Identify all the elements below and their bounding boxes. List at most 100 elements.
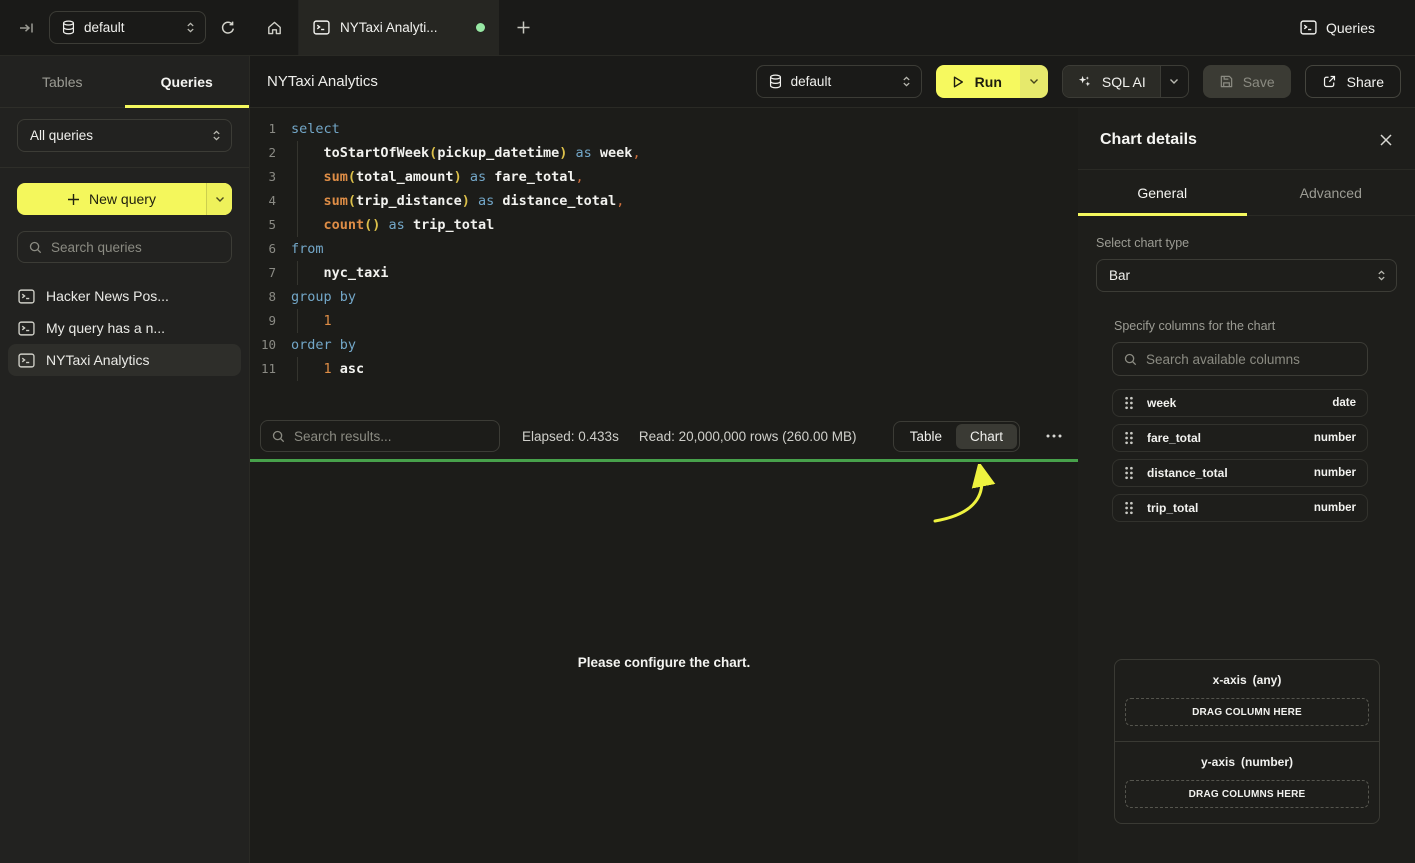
column-chip-fare_total[interactable]: fare_totalnumber (1112, 424, 1368, 452)
code-line[interactable]: 7nyc_taxi (250, 261, 1078, 285)
view-table-button[interactable]: Table (896, 424, 956, 449)
code-line[interactable]: 6 from (250, 237, 1078, 261)
tab-tables[interactable]: Tables (0, 56, 125, 107)
columns-search-box[interactable] (1112, 342, 1368, 376)
save-button[interactable]: Save (1203, 65, 1291, 98)
query-search-section (0, 222, 249, 271)
tab-queries[interactable]: Queries (125, 56, 250, 107)
code-line[interactable]: 4sum(trip_distance) as distance_total, (250, 189, 1078, 213)
refresh-icon[interactable] (220, 20, 236, 36)
columns-search-input[interactable] (1146, 352, 1356, 367)
line-number: 6 (250, 237, 276, 261)
main-area: NYTaxi Analytics default Run (250, 56, 1415, 863)
results-search-box[interactable] (260, 420, 500, 452)
query-search-box[interactable] (17, 231, 232, 263)
new-query-label: New query (89, 191, 156, 207)
column-type: number (1314, 432, 1356, 444)
code-line[interactable]: 91 (250, 309, 1078, 333)
topbar: default NYTaxi Analyti... (0, 0, 1415, 56)
read-stat: Read: 20,000,000 rows (260.00 MB) (639, 429, 857, 444)
workspace: 1select2toStartOfWeek(pickup_datetime) a… (250, 108, 1078, 863)
axis-config-box: x-axis(any) DRAG COLUMN HERE y-axis(numb… (1114, 659, 1380, 824)
code-line[interactable]: 111 asc (250, 357, 1078, 381)
query-list-item[interactable]: Hacker News Pos... (8, 280, 241, 312)
run-database-selector[interactable]: default (756, 65, 922, 98)
column-chip-week[interactable]: weekdate (1112, 389, 1368, 417)
column-chip-trip_total[interactable]: trip_totalnumber (1112, 494, 1368, 522)
topbar-database-selector[interactable]: default (49, 11, 206, 44)
active-tab-underline (125, 105, 250, 108)
new-tab-button[interactable] (499, 0, 547, 55)
drag-handle-icon[interactable] (1124, 501, 1134, 515)
close-icon[interactable] (1379, 133, 1393, 147)
x-axis-drop-zone[interactable]: DRAG COLUMN HERE (1125, 698, 1369, 726)
chart-type-value: Bar (1109, 268, 1368, 283)
sql-ai-dropdown[interactable] (1160, 66, 1188, 97)
home-tab[interactable] (250, 0, 299, 55)
chevron-updown-icon (902, 75, 911, 88)
query-filter-value: All queries (30, 128, 203, 143)
code-line[interactable]: 8group by (250, 285, 1078, 309)
drag-handle-icon[interactable] (1124, 466, 1134, 480)
new-query-button[interactable]: New query (17, 183, 232, 215)
new-query-main[interactable]: New query (17, 183, 206, 215)
line-number: 11 (250, 357, 276, 381)
y-axis-drop-zone[interactable]: DRAG COLUMNS HERE (1125, 780, 1369, 808)
topbar-spacer (547, 0, 1300, 55)
terminal-icon (1300, 20, 1317, 35)
page-title: NYTaxi Analytics (267, 73, 378, 90)
query-tab-label: NYTaxi Analyti... (340, 20, 466, 35)
sql-ai-button[interactable]: SQL AI (1062, 65, 1189, 98)
chart-placeholder-text: Please configure the chart. (578, 655, 751, 670)
code-line[interactable]: 2toStartOfWeek(pickup_datetime) as week, (250, 141, 1078, 165)
y-axis-section: y-axis(number) DRAG COLUMNS HERE (1115, 741, 1379, 823)
view-chart-button[interactable]: Chart (956, 424, 1017, 449)
column-chip-distance_total[interactable]: distance_totalnumber (1112, 459, 1368, 487)
code-line[interactable]: 1select (250, 117, 1078, 141)
code-line[interactable]: 3sum(total_amount) as fare_total, (250, 165, 1078, 189)
columns-list: weekdate fare_totalnumber distance_totalnu… (1112, 389, 1368, 522)
results-toolbar: Elapsed: 0.433s Read: 20,000,000 rows (2… (250, 413, 1078, 459)
chart-type-select[interactable]: Bar (1096, 259, 1397, 292)
x-axis-label: x-axis(any) (1125, 673, 1369, 687)
sql-editor[interactable]: 1select2toStartOfWeek(pickup_datetime) a… (250, 108, 1078, 413)
queries-link[interactable]: Queries (1300, 0, 1415, 55)
terminal-icon (18, 289, 35, 304)
line-number: 7 (250, 261, 276, 285)
query-list-item[interactable]: NYTaxi Analytics (8, 344, 241, 376)
column-name: week (1147, 396, 1176, 410)
new-query-dropdown[interactable] (206, 183, 232, 215)
query-filter-section: All queries (0, 108, 249, 168)
play-icon (951, 75, 965, 89)
chart-panel-tabs: General Advanced (1078, 170, 1415, 216)
drag-handle-icon[interactable] (1124, 396, 1134, 410)
share-icon (1322, 74, 1337, 89)
line-content: sum(trip_distance) as distance_total, (291, 189, 624, 213)
chevron-updown-icon (1377, 269, 1386, 282)
code-line[interactable]: 5count() as trip_total (250, 213, 1078, 237)
code-line[interactable]: 10 order by (250, 333, 1078, 357)
query-filter-select[interactable]: All queries (17, 119, 232, 152)
run-button-main[interactable]: Run (936, 65, 1020, 98)
topbar-database-value: default (84, 20, 177, 35)
more-options-icon[interactable] (1042, 434, 1066, 438)
line-number: 10 (250, 333, 276, 357)
run-button[interactable]: Run (936, 65, 1048, 98)
tab-general[interactable]: General (1078, 170, 1247, 215)
query-tab[interactable]: NYTaxi Analyti... (299, 0, 499, 55)
query-search-input[interactable] (51, 240, 220, 255)
share-button[interactable]: Share (1305, 65, 1401, 98)
tab-advanced[interactable]: Advanced (1247, 170, 1415, 215)
line-number: 2 (250, 141, 276, 165)
save-button-label: Save (1243, 74, 1275, 90)
results-search-input[interactable] (294, 429, 488, 444)
sql-ai-main[interactable]: SQL AI (1063, 66, 1160, 97)
run-button-label: Run (975, 74, 1002, 90)
run-options-dropdown[interactable] (1020, 65, 1048, 98)
line-content: order by (291, 333, 356, 357)
line-content: from (291, 237, 324, 261)
drag-handle-icon[interactable] (1124, 431, 1134, 445)
column-type: number (1314, 467, 1356, 479)
query-list-item[interactable]: My query has a n... (8, 312, 241, 344)
collapse-sidebar-icon[interactable] (18, 20, 35, 36)
